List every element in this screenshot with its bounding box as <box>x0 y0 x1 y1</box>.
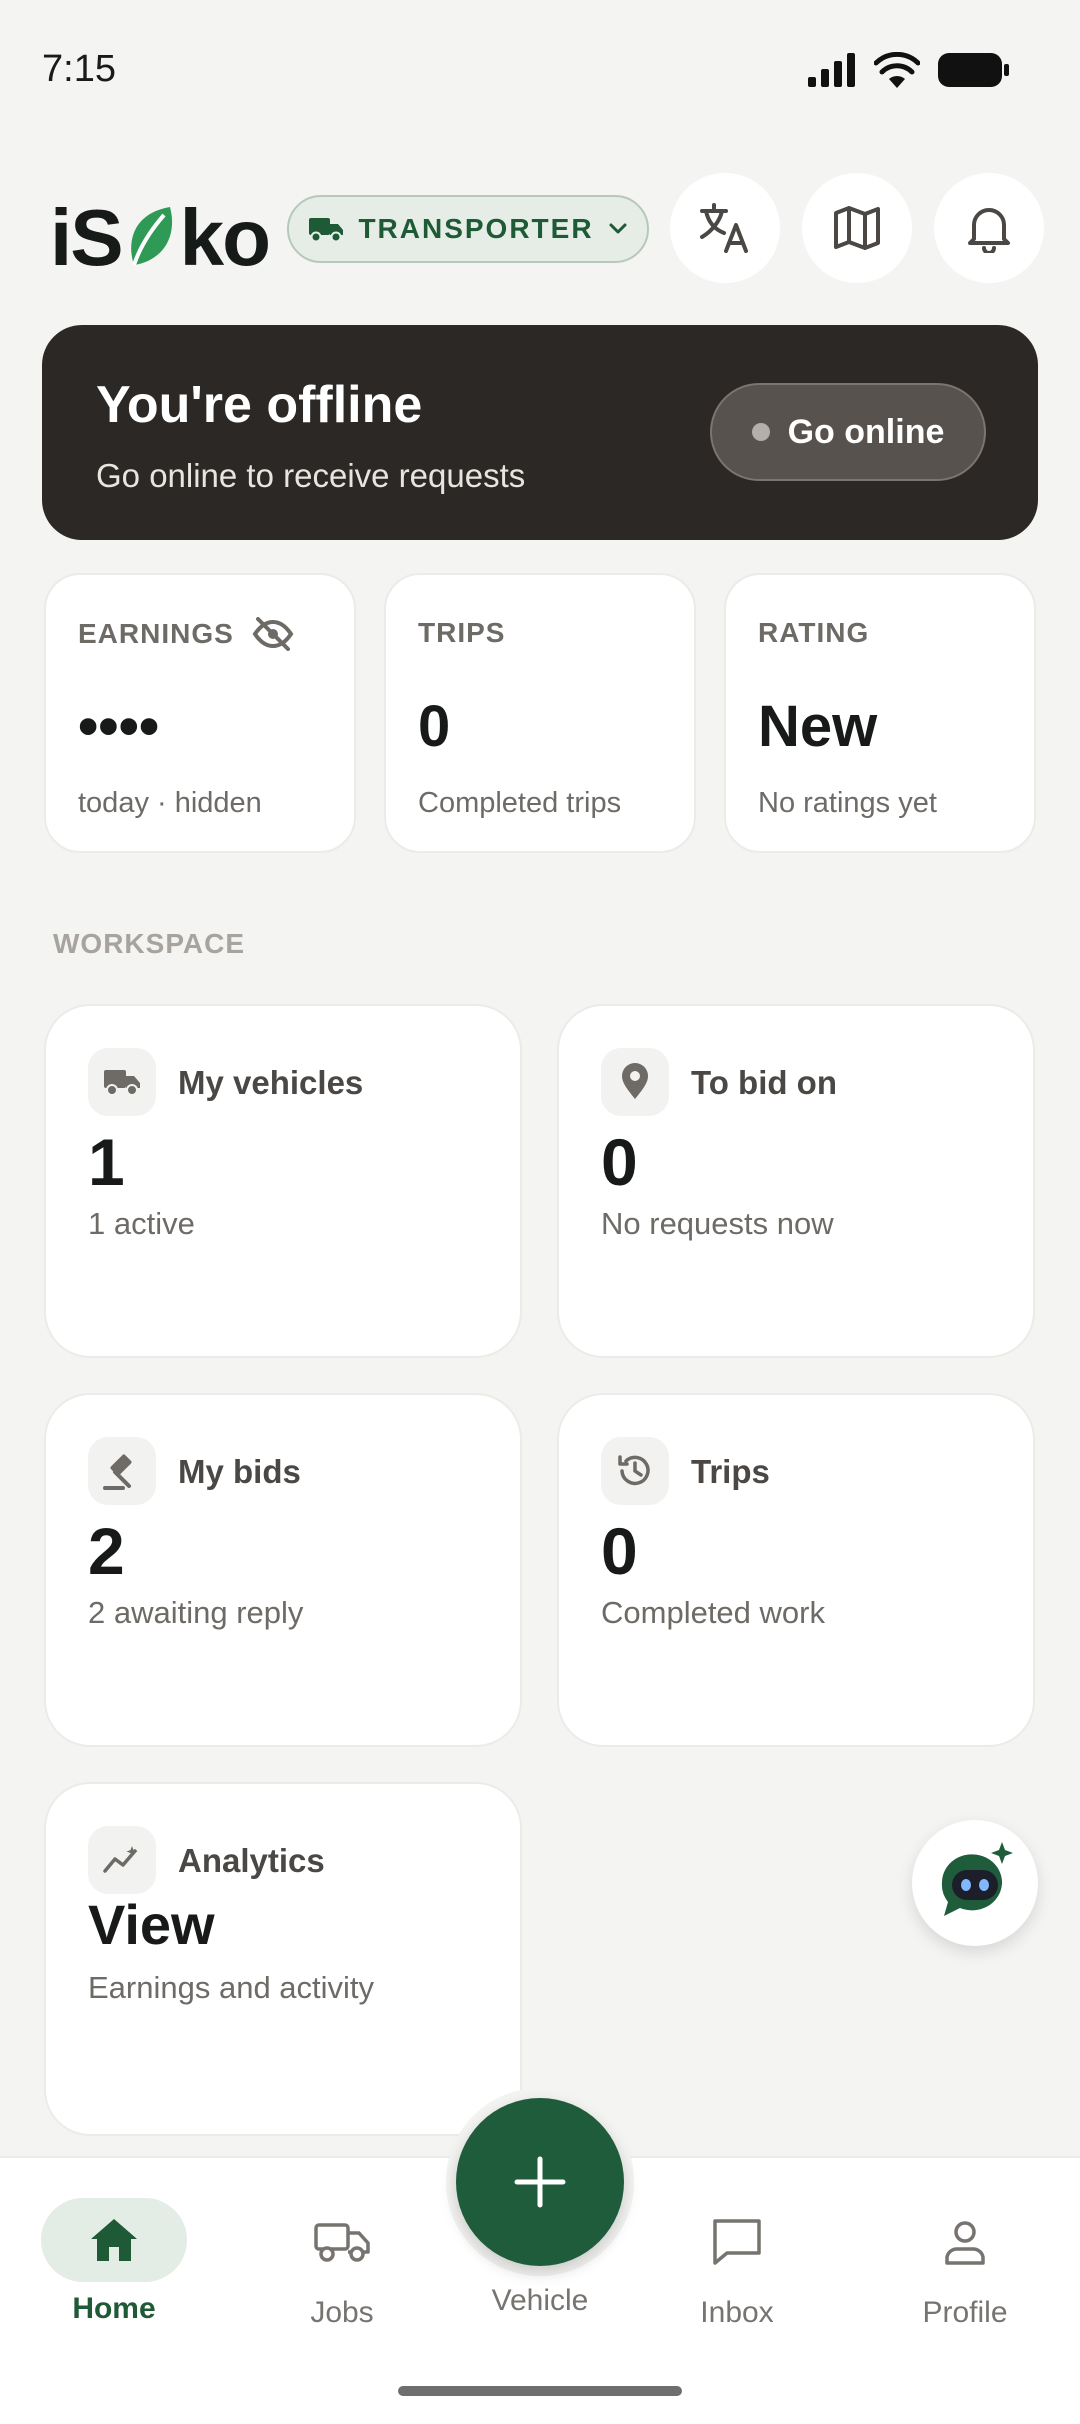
nav-inbox[interactable]: Inbox <box>657 2198 817 2330</box>
leaf-icon <box>130 207 172 266</box>
offline-subtitle: Go online to receive requests <box>96 457 526 494</box>
status-bar: 7:15 <box>0 0 1080 140</box>
signal-icon <box>808 53 855 87</box>
tile-trips[interactable]: Trips 0 Completed work <box>557 1393 1035 1747</box>
stat-label: TRIPS <box>418 617 506 648</box>
status-icons <box>808 52 1010 88</box>
truck-icon <box>309 218 344 243</box>
stat-label: EARNINGS <box>78 618 234 649</box>
add-vehicle-button[interactable] <box>456 2098 624 2266</box>
tile-value: 0 <box>601 1514 638 1588</box>
tile-my-bids[interactable]: My bids 2 2 awaiting reply <box>44 1393 522 1747</box>
bell-icon <box>968 208 1010 253</box>
map-button[interactable] <box>802 173 912 283</box>
stat-value: •••• <box>78 694 160 759</box>
person-icon <box>945 2221 985 2265</box>
truck-icon <box>104 1070 140 1096</box>
notifications-button[interactable] <box>934 173 1044 283</box>
home-icon <box>91 2219 137 2261</box>
status-time: 7:15 <box>42 48 116 90</box>
nav-label: Home <box>72 2292 156 2325</box>
map-icon <box>834 206 880 250</box>
chevron-down-icon <box>609 223 627 234</box>
tile-sub: 2 awaiting reply <box>88 1595 304 1630</box>
bot-icon <box>941 1842 1013 1916</box>
stat-earnings[interactable]: EARNINGS •••• today · hidden <box>44 573 356 853</box>
tile-title: To bid on <box>691 1064 838 1101</box>
offline-title: You're offline <box>96 376 423 434</box>
nav-profile[interactable]: Profile <box>885 2198 1045 2330</box>
go-online-label: Go online <box>787 412 945 451</box>
plus-icon <box>514 2156 566 2208</box>
tile-my-vehicles[interactable]: My vehicles 1 1 active <box>44 1004 522 1358</box>
tile-analytics[interactable]: Analytics View Earnings and activity <box>44 1782 522 2136</box>
role-label: TRANSPORTER <box>358 213 594 244</box>
chat-icon <box>713 2219 761 2265</box>
tile-value: 2 <box>88 1514 125 1588</box>
tile-title: Trips <box>691 1453 770 1490</box>
section-label-workspace: WORKSPACE <box>53 928 246 959</box>
language-button[interactable] <box>670 173 780 283</box>
translate-icon <box>700 203 748 253</box>
tile-value: 0 <box>601 1125 638 1199</box>
location-pin-icon <box>622 1063 648 1099</box>
role-selector[interactable]: TRANSPORTER <box>287 195 649 263</box>
go-online-button[interactable]: Go online <box>710 383 986 481</box>
eye-off-icon[interactable] <box>252 617 294 651</box>
tile-title: My bids <box>178 1453 301 1490</box>
tile-title: Analytics <box>178 1842 325 1879</box>
tile-sub: No requests now <box>601 1206 834 1241</box>
status-dot-icon <box>751 423 770 441</box>
tile-title: My vehicles <box>178 1064 364 1101</box>
tile-sub: Earnings and activity <box>88 1970 375 2005</box>
add-vehicle-fab-wrap <box>446 2088 634 2276</box>
nav-label: Inbox <box>700 2296 774 2329</box>
gavel-icon <box>103 1454 132 1490</box>
tile-to-bid-on[interactable]: To bid on 0 No requests now <box>557 1004 1035 1358</box>
wifi-icon <box>874 52 920 88</box>
tile-sub: 1 active <box>88 1206 195 1241</box>
stat-sub: today · hidden <box>78 787 262 819</box>
offline-banner: You're offline Go online to receive requ… <box>42 325 1038 540</box>
tile-sub: Completed work <box>601 1595 825 1630</box>
app-header: iS ko TRANSPORTER <box>0 170 1080 290</box>
tile-value: View <box>88 1893 215 1956</box>
history-icon <box>618 1455 650 1486</box>
stat-label: RATING <box>758 617 870 648</box>
truck-icon <box>314 2223 370 2262</box>
tile-value: 1 <box>88 1125 125 1199</box>
home-indicator[interactable] <box>398 2386 682 2396</box>
nav-jobs[interactable]: Jobs <box>262 2198 422 2330</box>
add-vehicle-label: Vehicle <box>491 2284 589 2317</box>
app-logo: iS ko <box>50 193 271 282</box>
stat-rating[interactable]: RATING New No ratings yet <box>724 573 1036 853</box>
stat-trips[interactable]: TRIPS 0 Completed trips <box>384 573 696 853</box>
nav-home[interactable]: Home <box>34 2198 194 2326</box>
assistant-bot-button[interactable] <box>912 1820 1038 1946</box>
stat-value: New <box>758 694 878 759</box>
nav-label: Profile <box>922 2296 1008 2329</box>
stat-sub: Completed trips <box>418 787 622 819</box>
stat-value: 0 <box>418 694 451 759</box>
nav-label: Jobs <box>310 2296 374 2329</box>
stat-sub: No ratings yet <box>758 787 937 819</box>
battery-icon <box>938 53 1009 87</box>
trend-icon <box>103 1846 138 1873</box>
